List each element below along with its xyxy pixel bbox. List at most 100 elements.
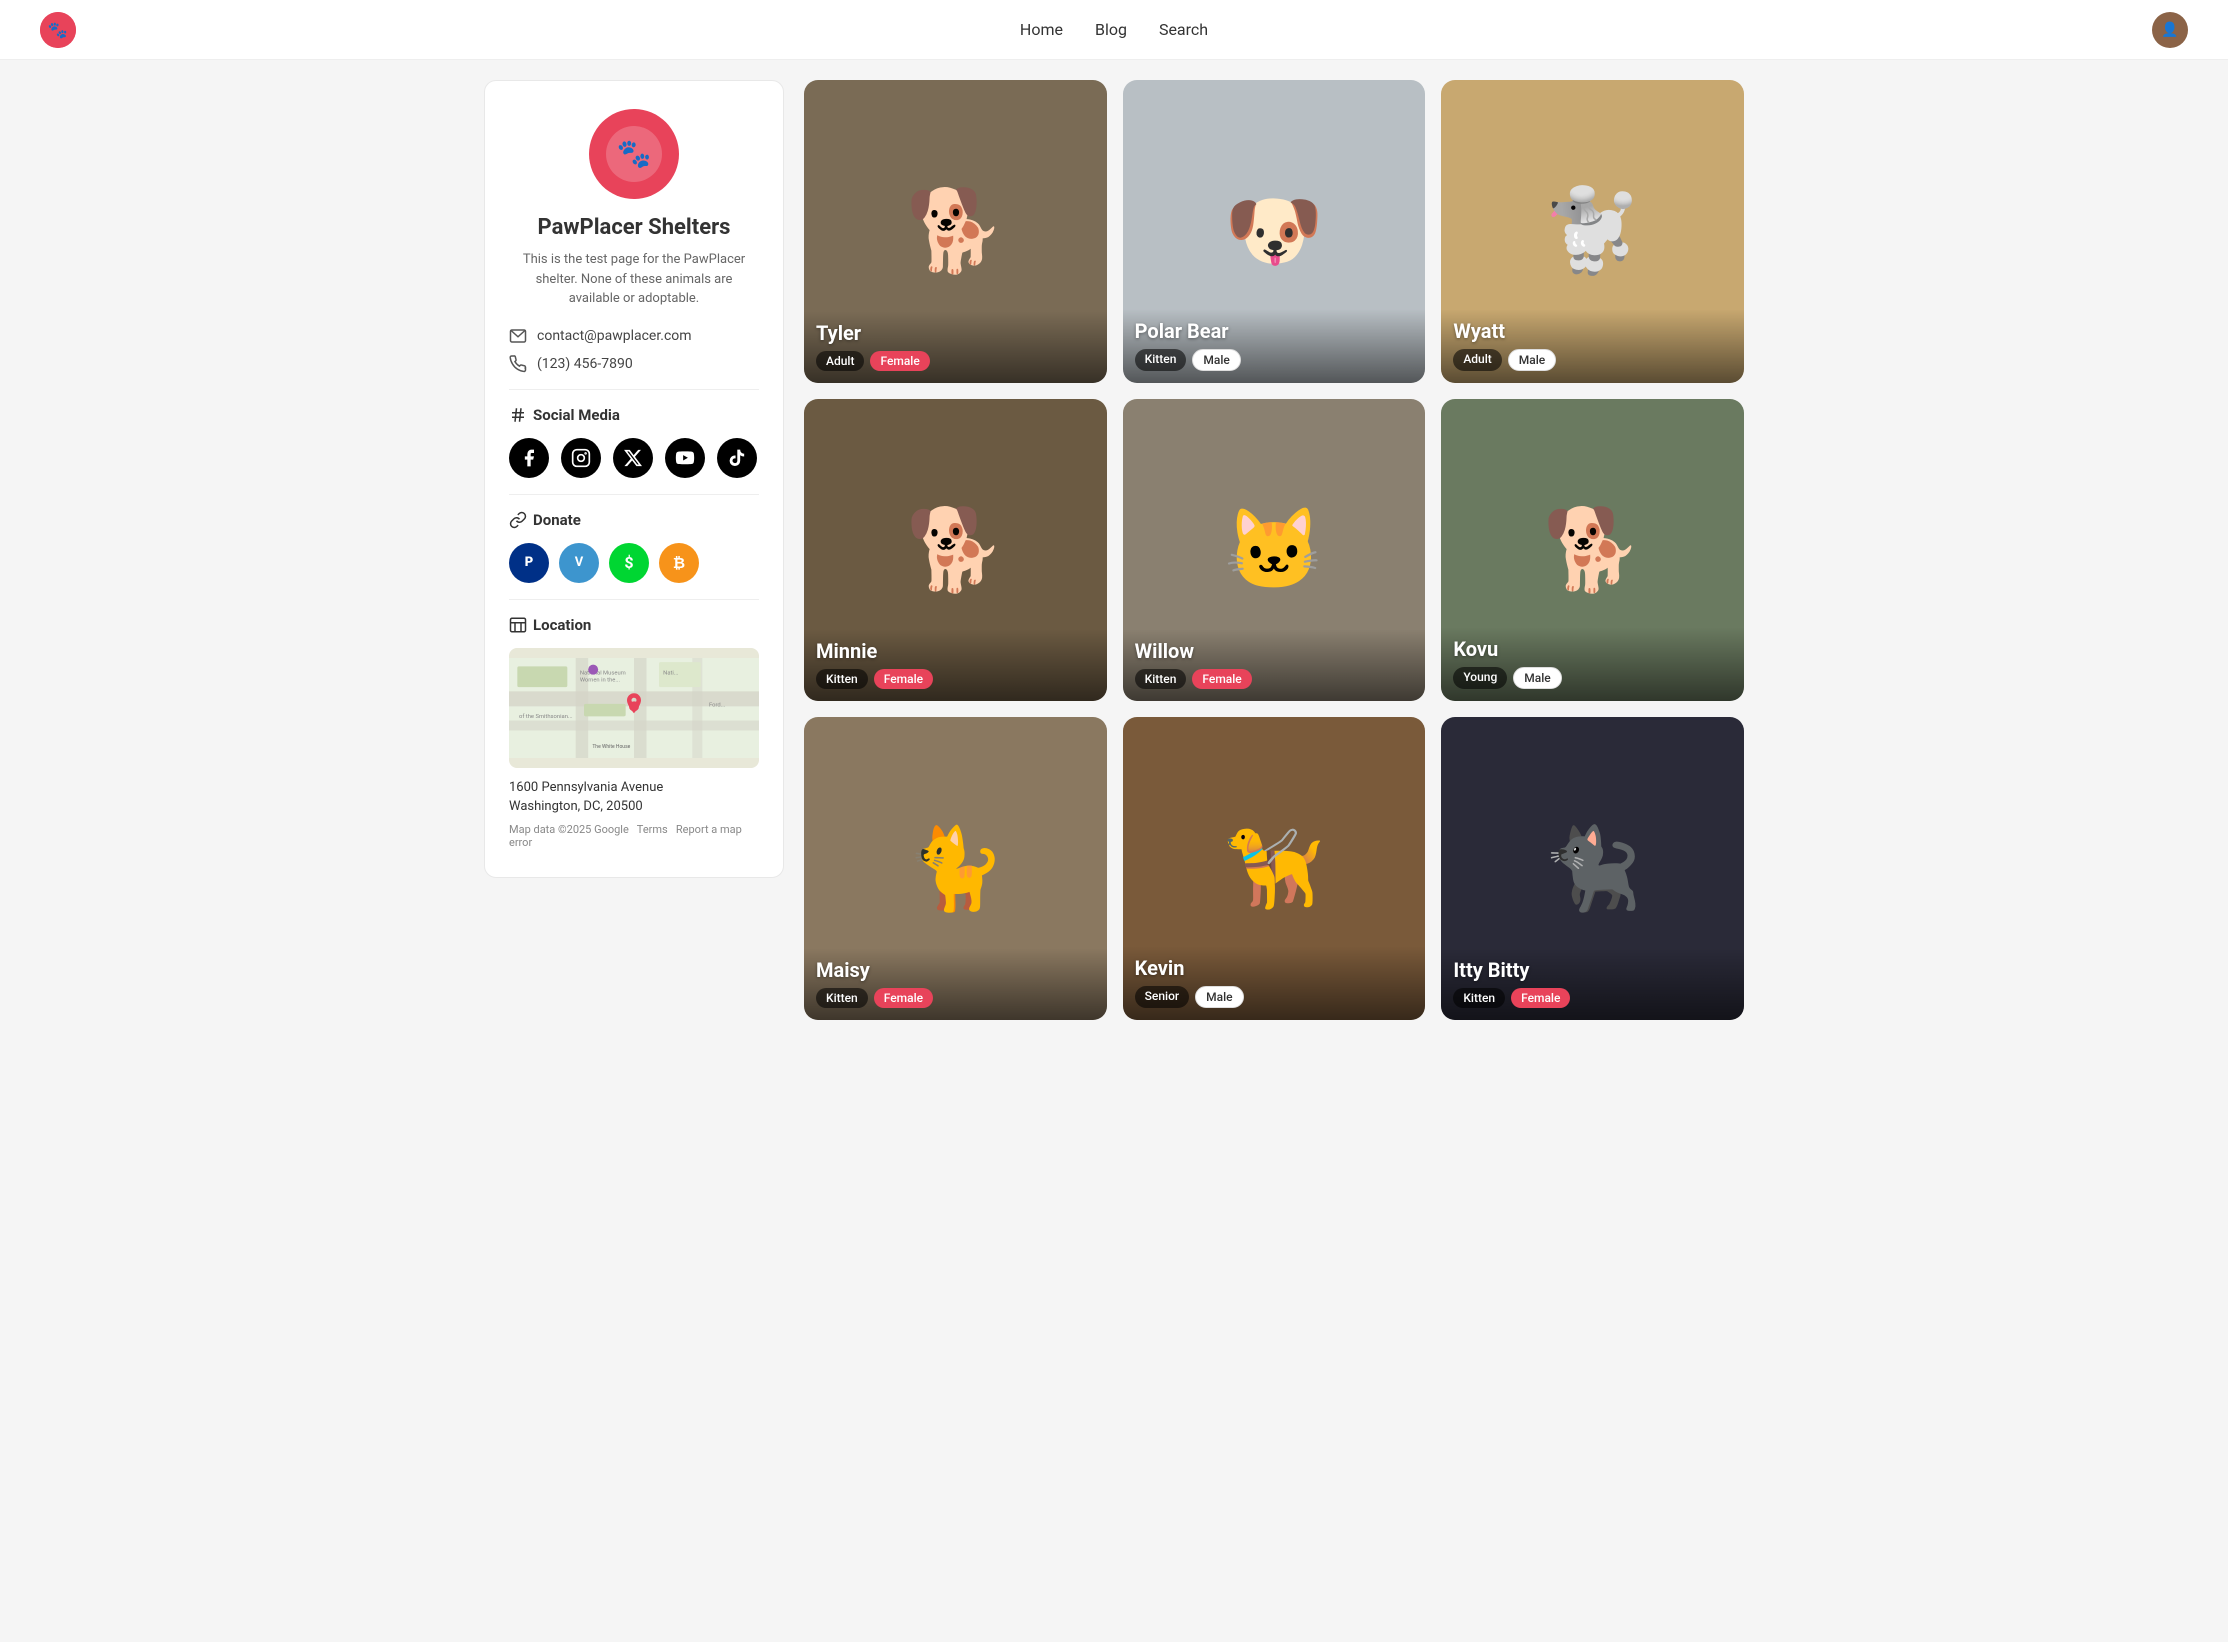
shelter-logo-wrap: 🐾	[509, 109, 759, 199]
pet-info: Kovu Young Male	[1441, 627, 1744, 701]
pet-gender-tag: Female	[874, 988, 933, 1008]
address-line1: 1600 Pennsylvania Avenue	[509, 778, 759, 798]
pet-name: Tyler	[816, 321, 1095, 345]
pet-card[interactable]: 🐱WillowKittenFemale	[1123, 399, 1426, 702]
tiktok-icon[interactable]	[717, 438, 757, 478]
pet-age-tag: Kitten	[1135, 349, 1187, 371]
shelter-logo: 🐾	[589, 109, 679, 199]
shelter-description: This is the test page for the PawPlacer …	[509, 250, 759, 309]
map-pin	[622, 691, 646, 719]
pet-card[interactable]: 🦮KevinSeniorMale	[1123, 717, 1426, 1020]
pet-name: Maisy	[816, 958, 1095, 982]
svg-text:🐾: 🐾	[48, 20, 68, 39]
youtube-icon[interactable]	[665, 438, 705, 478]
pet-age-tag: Kitten	[1453, 988, 1505, 1008]
donate-title: Donate	[509, 511, 759, 529]
pet-age-tag: Young	[1453, 667, 1507, 689]
svg-text:Women in the...: Women in the...	[580, 677, 621, 683]
pet-tags: Kitten Female	[1453, 988, 1732, 1008]
nav-search[interactable]: Search	[1159, 20, 1208, 39]
instagram-icon[interactable]	[561, 438, 601, 478]
pet-info: Kevin Senior Male	[1123, 946, 1426, 1020]
pet-card[interactable]: 🐈‍⬛Itty BittyKittenFemale	[1441, 717, 1744, 1020]
user-avatar[interactable]: 👤	[2152, 12, 2188, 48]
pet-info: Itty Bitty Kitten Female	[1441, 948, 1744, 1020]
divider-3	[509, 599, 759, 600]
pet-info: Polar Bear KittenMale	[1123, 309, 1426, 383]
pet-age-tag: Senior	[1135, 986, 1189, 1008]
map-footer: Map data ©2025 Google Terms Report a map…	[509, 823, 759, 849]
divider-2	[509, 494, 759, 495]
phone-icon	[509, 355, 527, 373]
pet-card[interactable]: 🐕MinnieKittenFemale	[804, 399, 1107, 702]
location-building-icon	[509, 616, 527, 634]
pet-card[interactable]: 🐶Polar BearKittenMale	[1123, 80, 1426, 383]
contact-phone: (123) 456-7890	[509, 355, 759, 373]
email-icon	[509, 327, 527, 345]
svg-text:National Museum: National Museum	[580, 670, 626, 676]
sidebar: 🐾 PawPlacer Shelters This is the test pa…	[484, 80, 784, 1020]
pet-tags: Kitten Female	[816, 669, 1095, 689]
pet-card[interactable]: 🐕TylerAdultFemale	[804, 80, 1107, 383]
pet-card[interactable]: 🐩WyattAdultMale	[1441, 80, 1744, 383]
address-block: 1600 Pennsylvania Avenue Washington, DC,…	[509, 778, 759, 817]
nav-logo[interactable]: 🐾	[40, 12, 76, 48]
pet-card[interactable]: 🐈MaisyKittenFemale	[804, 717, 1107, 1020]
pet-gender-tag: Male	[1195, 986, 1243, 1008]
svg-text:Ford...: Ford...	[709, 702, 726, 708]
venmo-icon[interactable]: V	[559, 543, 599, 583]
social-media-title: Social Media	[509, 406, 759, 424]
pet-gender-tag: Female	[870, 351, 929, 371]
pet-info: Minnie Kitten Female	[804, 629, 1107, 701]
pet-grid: 🐕TylerAdultFemale🐶Polar BearKittenMale🐩W…	[804, 80, 1744, 1020]
pet-name: Minnie	[816, 639, 1095, 663]
pet-gender-tag: Female	[1511, 988, 1570, 1008]
pet-tags: Adult Female	[816, 351, 1095, 371]
contact-email: contact@pawplacer.com	[509, 327, 759, 345]
donate-payment-icons: P V $ ₿	[509, 543, 759, 583]
cashapp-icon[interactable]: $	[609, 543, 649, 583]
pet-tags: KittenFemale	[1135, 669, 1414, 689]
facebook-icon[interactable]	[509, 438, 549, 478]
pet-tags: Senior Male	[1135, 986, 1414, 1008]
pet-gender-tag: Female	[874, 669, 933, 689]
pet-gender-tag: Female	[1192, 669, 1251, 689]
nav-blog[interactable]: Blog	[1095, 20, 1127, 39]
page-content: 🐾 PawPlacer Shelters This is the test pa…	[464, 60, 1764, 1040]
navigation: 🐾 Home Blog Search 👤	[0, 0, 2228, 60]
pet-tags: Adult Male	[1453, 349, 1732, 371]
pet-name: Polar Bear	[1135, 319, 1414, 343]
pet-tags: KittenFemale	[816, 988, 1095, 1008]
paypal-icon[interactable]: P	[509, 543, 549, 583]
pet-card[interactable]: 🐕KovuYoungMale	[1441, 399, 1744, 702]
pet-age-tag: Adult	[816, 351, 864, 371]
pet-name: Itty Bitty	[1453, 958, 1732, 982]
pet-name: Kevin	[1135, 956, 1414, 980]
map-container[interactable]: National Museum Women in the... Nati... …	[509, 648, 759, 768]
pet-name: Willow	[1135, 639, 1414, 663]
divider-1	[509, 389, 759, 390]
hashtag-icon	[509, 406, 527, 424]
svg-text:🐾: 🐾	[617, 137, 652, 170]
pet-age-tag: Kitten	[816, 669, 868, 689]
pet-info: Willow KittenFemale	[1123, 629, 1426, 701]
pet-tags: KittenMale	[1135, 349, 1414, 371]
svg-text:The White House: The White House	[592, 744, 630, 750]
bitcoin-icon[interactable]: ₿	[659, 543, 699, 583]
svg-text:of the Smithsonian...: of the Smithsonian...	[519, 713, 573, 720]
twitter-x-icon[interactable]	[613, 438, 653, 478]
pet-name: Kovu	[1453, 637, 1732, 661]
pet-age-tag: Kitten	[1135, 669, 1187, 689]
nav-home[interactable]: Home	[1020, 20, 1063, 39]
pet-gender-tag: Male	[1508, 349, 1556, 371]
pet-info: Maisy KittenFemale	[804, 948, 1107, 1020]
pet-name: Wyatt	[1453, 319, 1732, 343]
shelter-name: PawPlacer Shelters	[509, 215, 759, 240]
nav-links: Home Blog Search	[1020, 20, 1208, 39]
pet-tags: Young Male	[1453, 667, 1732, 689]
pet-gender-tag: Male	[1513, 667, 1561, 689]
pet-info: Wyatt Adult Male	[1441, 309, 1744, 383]
pet-age-tag: Adult	[1453, 349, 1501, 371]
sidebar-card: 🐾 PawPlacer Shelters This is the test pa…	[484, 80, 784, 878]
pet-gender-tag: Male	[1192, 349, 1240, 371]
